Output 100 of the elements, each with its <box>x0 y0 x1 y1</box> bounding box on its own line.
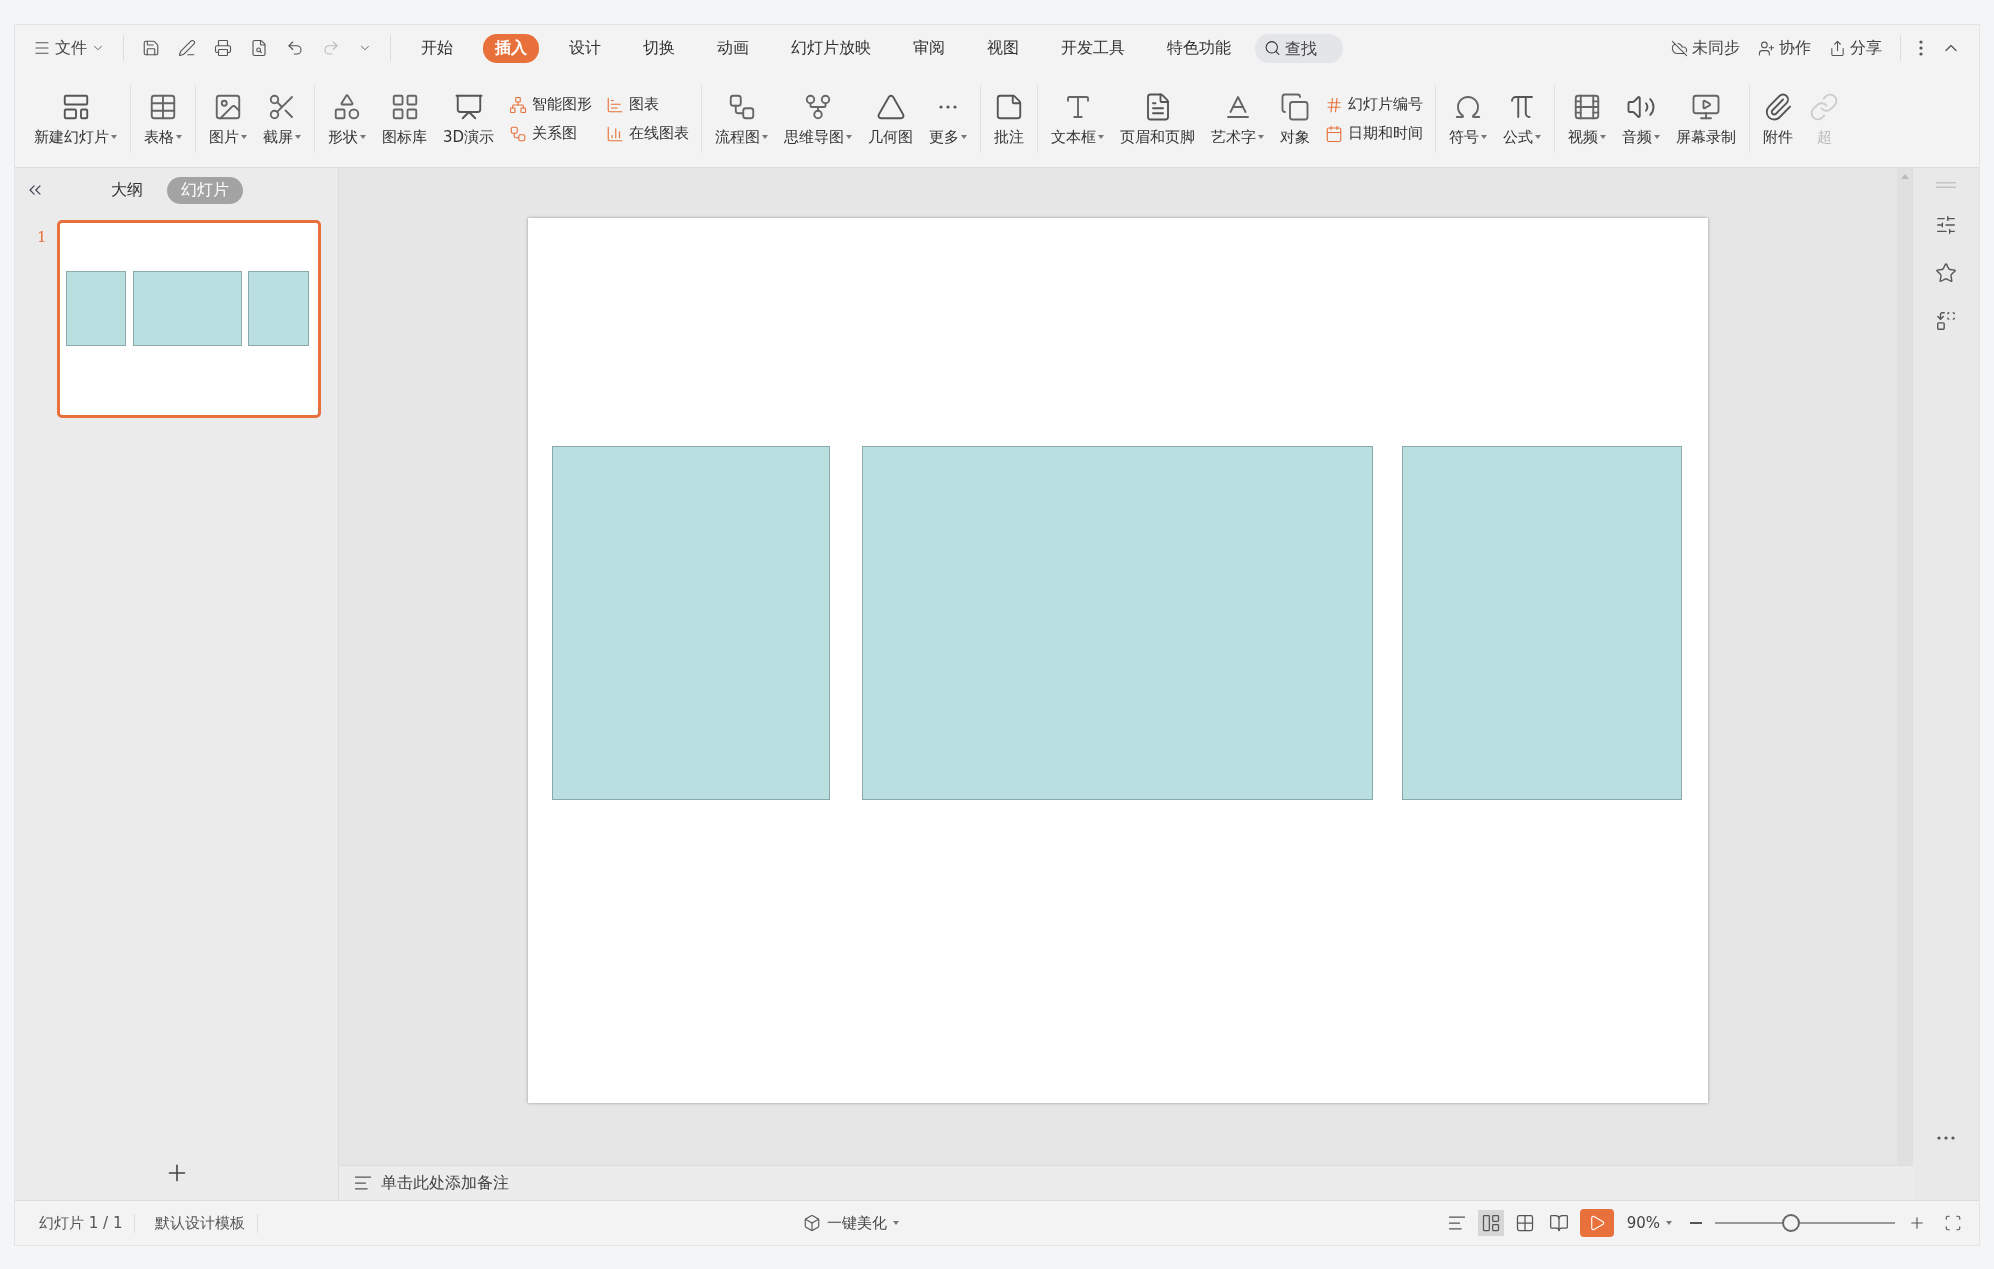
slide-number: 1 <box>37 227 47 248</box>
scrollbar[interactable] <box>1897 168 1913 1165</box>
caret-icon <box>111 135 117 139</box>
caret-icon <box>1654 135 1661 139</box>
bar-chart-icon <box>606 95 625 114</box>
ribbon-button[interactable]: 图表 <box>606 95 690 114</box>
header-action[interactable]: 未同步 <box>1665 33 1746 63</box>
minus-icon <box>1690 1222 1702 1224</box>
header-action[interactable]: 协作 <box>1752 33 1817 63</box>
ribbon-button[interactable]: 图标库 <box>375 71 434 167</box>
ribbon-tab[interactable]: 切换 <box>631 33 687 63</box>
ribbon-tab[interactable]: 动画 <box>705 33 761 63</box>
more-icon <box>1937 1136 1955 1140</box>
ribbon-tab[interactable]: 特色功能 <box>1155 33 1243 63</box>
ribbon-tab[interactable]: 视图 <box>975 33 1031 63</box>
share-icon <box>1829 39 1846 57</box>
ribbon-button[interactable]: 在线图表 <box>606 124 690 143</box>
caret-icon <box>1258 135 1265 139</box>
diagram-icon <box>509 124 528 143</box>
calendar-icon <box>1325 124 1344 143</box>
caret-icon <box>1535 135 1542 139</box>
caret-icon <box>295 135 301 139</box>
ribbon-button[interactable]: 表格 <box>137 71 189 167</box>
ribbon-button[interactable]: 几何图 <box>861 71 921 167</box>
slide-thumbnail[interactable] <box>56 220 321 418</box>
cube-icon <box>803 1214 822 1232</box>
caret-icon <box>360 135 366 139</box>
animation-button[interactable] <box>1935 262 1957 284</box>
link-icon <box>1809 91 1840 122</box>
zoom-level[interactable]: 90% <box>1621 1211 1677 1235</box>
caret-icon <box>1098 135 1105 139</box>
template-name: 默认设计模板 <box>143 1213 259 1233</box>
cloud-icon <box>1671 39 1688 57</box>
beautify-button[interactable]: 一键美化 <box>798 1210 905 1236</box>
ribbon-button[interactable]: 思维导图 <box>777 71 860 167</box>
panel-handle[interactable] <box>1936 182 1956 188</box>
user-plus-icon <box>1758 39 1775 57</box>
grid-icon <box>1514 1213 1535 1233</box>
caret-icon <box>893 1221 900 1225</box>
ribbon-button[interactable]: 截屏 <box>256 71 308 167</box>
handle-icon <box>1936 182 1956 188</box>
ribbon-tab[interactable]: 开始 <box>409 33 465 63</box>
panel-tab[interactable]: 大纲 <box>97 176 158 204</box>
notes-prompt[interactable]: 单击此处添加备注 <box>347 1171 515 1195</box>
star-icon <box>1935 262 1957 284</box>
ribbon-button[interactable]: 形状 <box>321 71 373 167</box>
more-icon <box>939 104 958 109</box>
hash-icon <box>1325 95 1344 114</box>
ribbon-button[interactable]: 页眉和页脚 <box>1113 71 1203 167</box>
ribbon-button[interactable]: 对象 <box>1273 71 1318 167</box>
ribbon-button[interactable]: 3D演示 <box>436 71 502 167</box>
file-menu[interactable]: 文件 <box>27 33 111 63</box>
ribbon-button[interactable]: 关系图 <box>509 124 593 143</box>
ribbon-button[interactable]: 流程图 <box>708 71 776 167</box>
caret-icon <box>762 135 769 139</box>
transition-button[interactable] <box>1935 310 1957 332</box>
ribbon-button[interactable]: 符号 <box>1442 71 1495 167</box>
header-action[interactable]: 分享 <box>1823 33 1888 63</box>
ribbon-button[interactable]: 公式 <box>1496 71 1549 167</box>
ribbon-button[interactable]: 附件 <box>1756 71 1801 167</box>
network-icon <box>509 95 528 114</box>
ribbon-button[interactable]: 日期和时间 <box>1325 124 1424 143</box>
ribbon-button[interactable]: 幻灯片编号 <box>1325 95 1424 114</box>
paperclip-icon <box>1763 91 1794 122</box>
slide-count: 幻灯片 1 / 1 <box>27 1213 136 1233</box>
ribbon-button[interactable]: 音频 <box>1615 71 1668 167</box>
fit-icon <box>1944 1214 1962 1232</box>
ribbon-tab[interactable]: 开发工具 <box>1049 33 1137 63</box>
ribbon-button[interactable]: 智能图形 <box>509 95 593 114</box>
normal-view-button[interactable] <box>1477 1210 1504 1236</box>
swap-icon <box>1935 310 1957 332</box>
pen-icon <box>178 39 196 57</box>
properties-button[interactable] <box>1935 214 1957 236</box>
ribbon-button[interactable]: 批注 <box>987 71 1032 167</box>
more-button[interactable] <box>1937 1136 1955 1140</box>
ribbon-button[interactable]: 视频 <box>1561 71 1614 167</box>
search-field[interactable]: 查找 <box>1255 33 1343 63</box>
ribbon-tab[interactable]: 设计 <box>557 33 613 63</box>
slider-thumb[interactable] <box>1781 1214 1800 1232</box>
ribbon-button[interactable]: 文本框 <box>1044 71 1112 167</box>
caret-icon <box>961 135 968 139</box>
ribbon-tab[interactable]: 幻灯片放映 <box>779 33 883 63</box>
undo-icon <box>286 39 304 57</box>
more-icon <box>1919 40 1923 56</box>
column-chart-icon <box>606 124 625 143</box>
printer-icon <box>214 39 232 57</box>
ribbon-button[interactable]: 屏幕录制 <box>1669 71 1744 167</box>
preview-icon <box>250 39 268 57</box>
caret-icon <box>846 135 853 139</box>
plus-icon <box>1908 1214 1926 1232</box>
ribbon-button[interactable]: 新建幻灯片 <box>27 71 124 167</box>
menu-icon <box>33 39 51 57</box>
ribbon-button[interactable]: 图片 <box>202 71 254 167</box>
save-icon <box>142 39 160 57</box>
ribbon-button[interactable]: 艺术字 <box>1204 71 1272 167</box>
copy-icon <box>1280 91 1311 122</box>
caret-icon <box>1666 1221 1672 1225</box>
ribbon-tab[interactable]: 审阅 <box>901 33 957 63</box>
play-button[interactable] <box>1579 1209 1614 1237</box>
ribbon-button[interactable]: 更多 <box>922 71 975 167</box>
